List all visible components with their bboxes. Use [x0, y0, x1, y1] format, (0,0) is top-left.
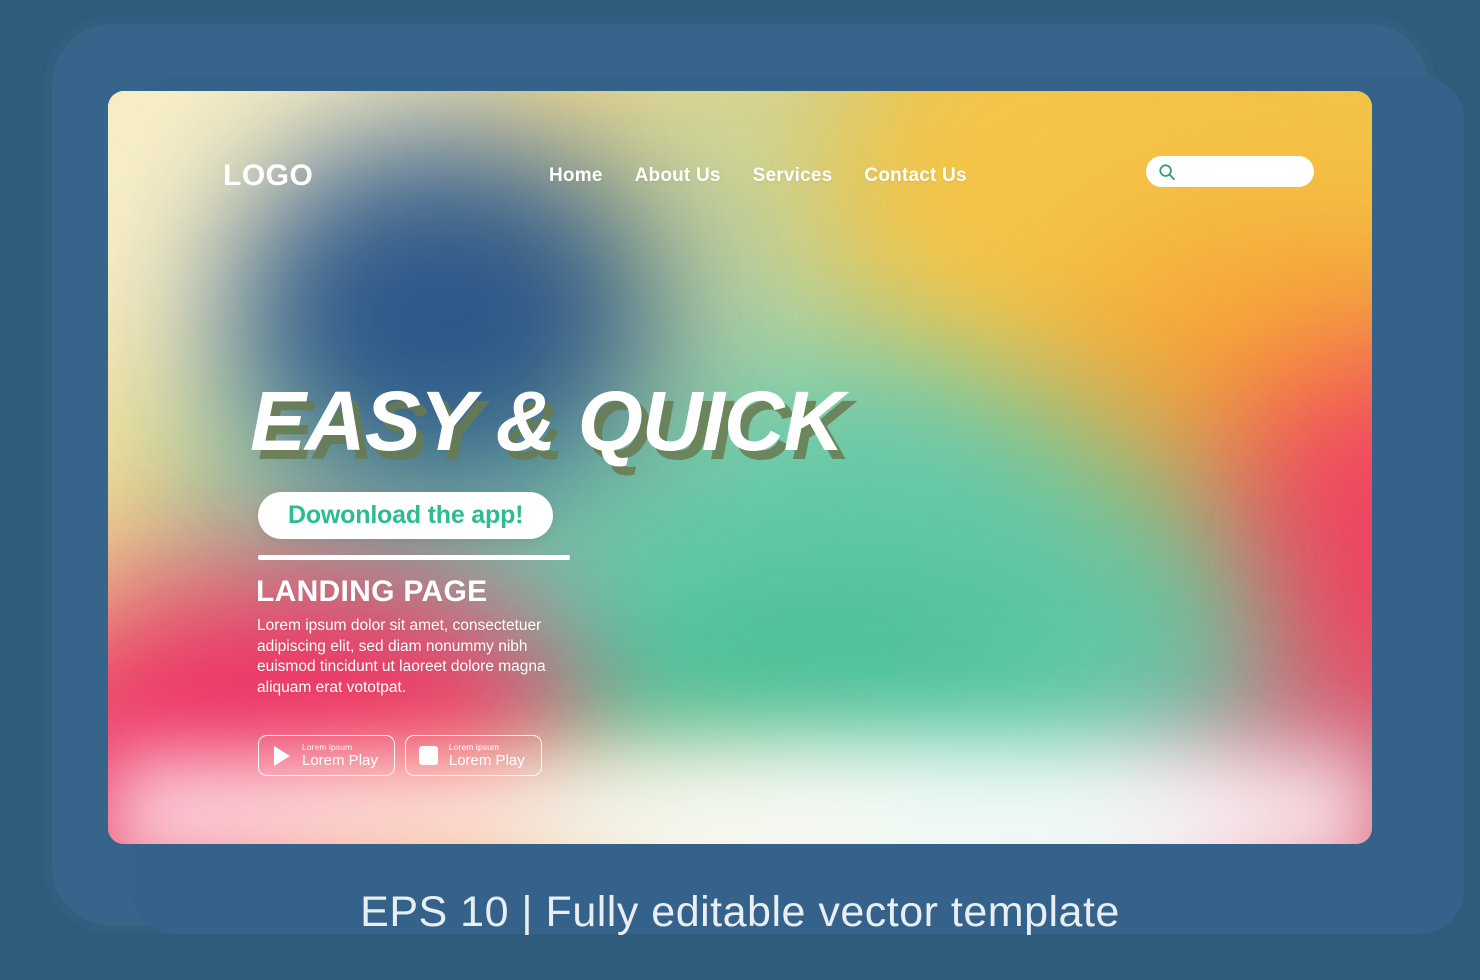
logo[interactable]: LOGO: [223, 154, 313, 198]
screenshot-stage: LOGO Home About Us Services Contact Us E…: [0, 0, 1480, 980]
body-paragraph: Lorem ipsum dolor sit amet, consectetuer…: [257, 617, 546, 697]
window-square-icon: [419, 746, 439, 766]
nav-item-services[interactable]: Services: [737, 165, 849, 187]
store-button-window-text: Lorem ipsum Lorem Play: [448, 741, 525, 769]
navigation-bar: LOGO Home About Us Services Contact Us: [108, 154, 1372, 198]
search-bar[interactable]: [1146, 156, 1314, 187]
search-icon: [1158, 163, 1176, 181]
nav-item-contact-us[interactable]: Contact Us: [848, 165, 982, 187]
store-buttons-row: Lorem ipsum Lorem Play Lorem ipsum Lorem…: [258, 735, 542, 776]
nav-links: Home About Us Services Contact Us: [533, 154, 983, 198]
caption: EPS 10 | Fully editable vector template: [360, 888, 1120, 936]
store-button-window[interactable]: Lorem ipsum Lorem Play: [404, 735, 542, 776]
store-button-play-big: Lorem Play: [302, 751, 378, 769]
search-input[interactable]: [1182, 163, 1304, 180]
store-button-play[interactable]: Lorem ipsum Lorem Play: [258, 735, 395, 776]
section-title: LANDING PAGE: [256, 575, 488, 608]
download-app-button[interactable]: Dowonload the app!: [258, 492, 554, 539]
store-button-play-small: Lorem ipsum: [302, 741, 353, 752]
section-divider: [258, 555, 570, 560]
store-button-window-big: Lorem Play: [448, 751, 525, 769]
play-triangle-icon: [272, 745, 292, 766]
device-screen: LOGO Home About Us Services Contact Us E…: [108, 91, 1372, 844]
hero-title: EASY & QUICK: [250, 374, 844, 468]
nav-item-about-us[interactable]: About Us: [619, 165, 737, 187]
store-button-window-small: Lorem ipsum: [448, 741, 500, 752]
nav-item-home[interactable]: Home: [533, 165, 619, 187]
store-button-play-text: Lorem ipsum Lorem Play: [302, 741, 378, 769]
